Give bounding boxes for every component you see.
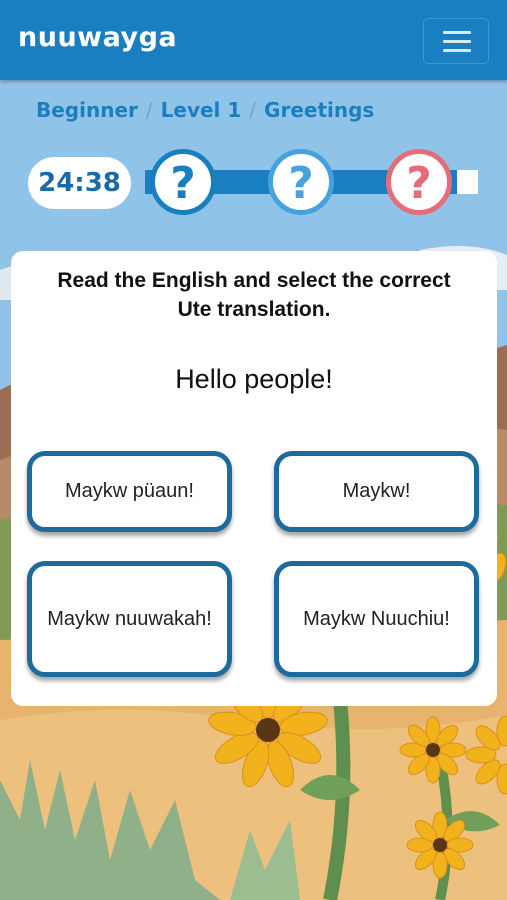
- breadcrumb-separator: /: [145, 98, 153, 122]
- breadcrumb: Beginner / Level 1 / Greetings: [36, 98, 374, 122]
- question-mark-icon: ?: [386, 149, 452, 215]
- breadcrumb-level-1[interactable]: Level 1: [161, 98, 242, 122]
- countdown-timer: 24:38: [28, 157, 131, 209]
- top-navbar: nuuwayga: [0, 0, 507, 80]
- quiz-card: Read the English and select the correct …: [11, 251, 497, 706]
- breadcrumb-separator: /: [249, 98, 257, 122]
- answer-option-1[interactable]: Maykw püaun!: [27, 451, 232, 532]
- menu-button[interactable]: [423, 18, 489, 64]
- quiz-prompt: Hello people!: [175, 364, 333, 394]
- answer-option-2[interactable]: Maykw!: [274, 451, 479, 532]
- progress-track-end: [457, 170, 478, 194]
- question-mark-icon: ?: [268, 149, 334, 215]
- quiz-instruction: Read the English and select the correct …: [57, 269, 451, 321]
- app-brand[interactable]: nuuwayga: [18, 22, 177, 53]
- question-mark-icon: ?: [150, 149, 216, 215]
- breadcrumb-beginner[interactable]: Beginner: [36, 98, 138, 122]
- answer-option-4[interactable]: Maykw Nuuchiu!: [274, 561, 479, 677]
- breadcrumb-greetings[interactable]: Greetings: [264, 98, 374, 122]
- answer-option-3[interactable]: Maykw nuuwakah!: [27, 561, 232, 677]
